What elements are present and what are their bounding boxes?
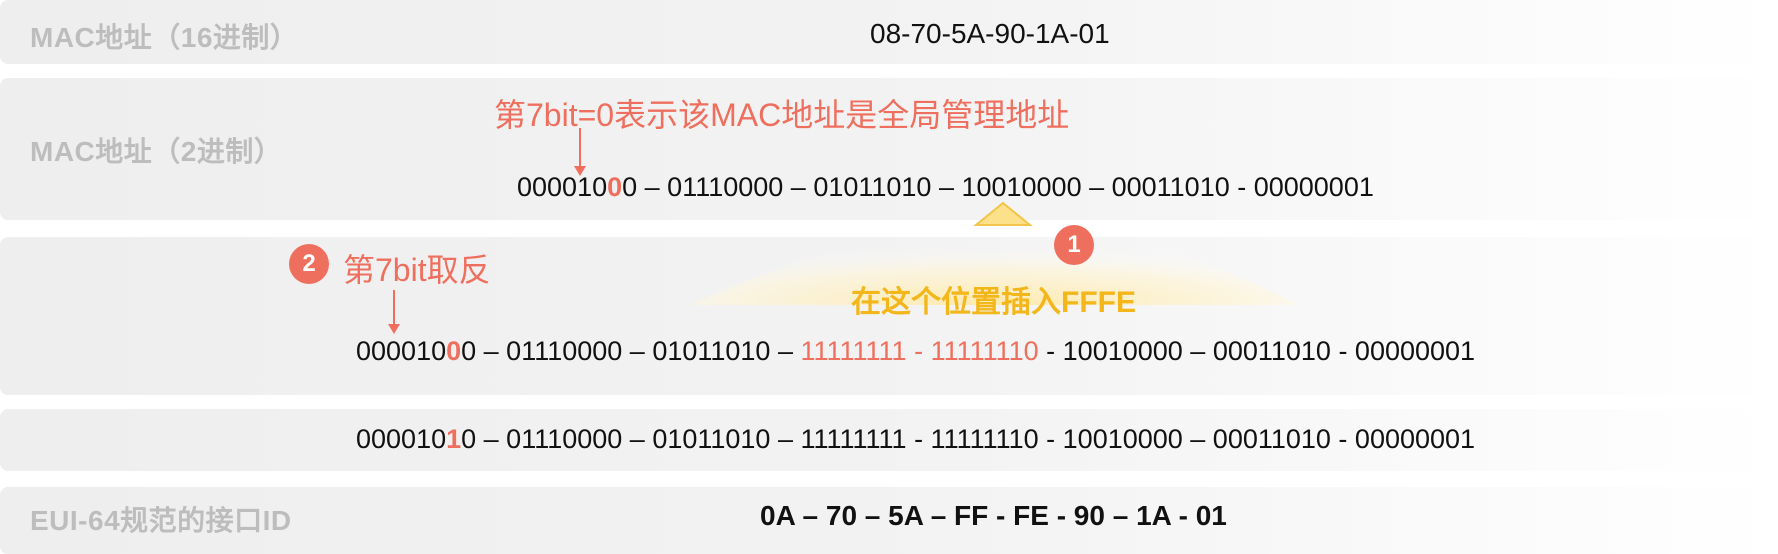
inserted-post: - 10010000 – 00011010 - 00000001 [1038, 336, 1476, 366]
bit7-flipped: 1 [446, 424, 462, 454]
binary-inserted-line: 00001000 – 01110000 – 01011010 – 1111111… [356, 336, 1475, 367]
flip-note-arrow [388, 290, 400, 334]
inserted-fffe-bits: 11111111 - 11111110 [800, 336, 1039, 366]
inserted-pre: 000010 [356, 336, 447, 366]
bit7-inserted: 0 [446, 336, 462, 366]
inserted-mid: 0 – 01110000 – 01011010 – [461, 336, 801, 366]
flipped-pre: 000010 [356, 424, 447, 454]
flipped-post: 0 – 01110000 – 01011010 – 11111111 - 111… [461, 424, 1476, 454]
eui64-interface-id: 0A – 70 – 5A – FF - FE - 90 – 1A - 01 [760, 500, 1227, 531]
binary-flipped-line: 00001010 – 01110000 – 01011010 – 1111111… [356, 424, 1475, 455]
